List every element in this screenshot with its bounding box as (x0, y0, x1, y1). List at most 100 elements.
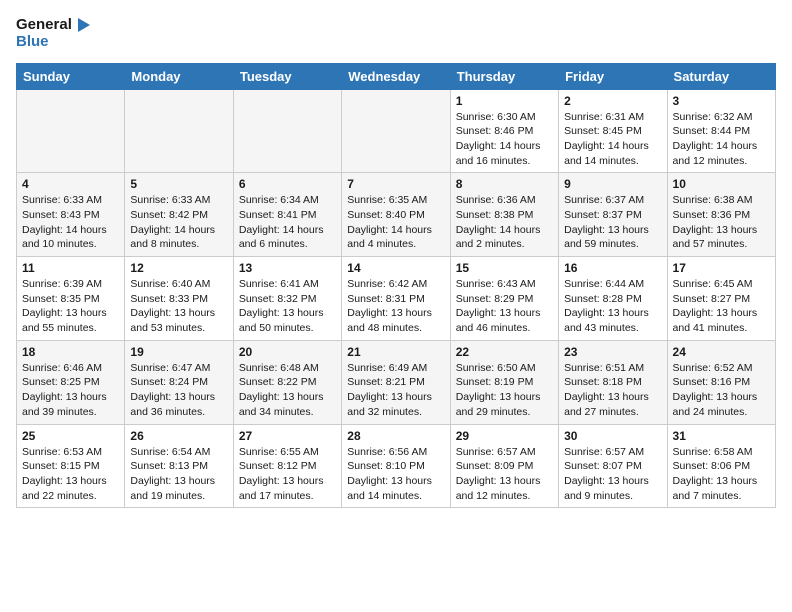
day-detail: Sunrise: 6:31 AM Sunset: 8:45 PM Dayligh… (564, 110, 661, 169)
day-detail: Sunrise: 6:47 AM Sunset: 8:24 PM Dayligh… (130, 361, 227, 420)
day-number: 8 (456, 177, 553, 191)
calendar-cell: 13Sunrise: 6:41 AM Sunset: 8:32 PM Dayli… (233, 257, 341, 341)
calendar-cell: 25 Sunrise: 6:53 AM Sunset: 8:15 PM Dayli… (17, 424, 125, 508)
day-detail: Sunrise: 6:37 AM Sunset: 8:37 PM Dayligh… (564, 193, 661, 252)
calendar-cell: 2Sunrise: 6:31 AM Sunset: 8:45 PM Daylig… (559, 89, 667, 173)
calendar-cell: 17 Sunrise: 6:45 AM Sunset: 8:27 PM Dayli… (667, 257, 775, 341)
day-detail: Sunrise: 6:33 AM Sunset: 8:43 PM Dayligh… (22, 193, 119, 252)
calendar-header-row: SundayMondayTuesdayWednesdayThursdayFrid… (17, 63, 776, 89)
calendar-cell: 21 Sunrise: 6:49 AM Sunset: 8:21 PM Dayli… (342, 340, 450, 424)
day-number: 25 (22, 429, 119, 443)
calendar-cell: 27 Sunrise: 6:55 AM Sunset: 8:12 PM Dayli… (233, 424, 341, 508)
day-detail: Sunrise: 6:57 AM Sunset: 8:09 PM Dayligh… (456, 445, 553, 504)
day-detail: Sunrise: 6:55 AM Sunset: 8:12 PM Dayligh… (239, 445, 336, 504)
calendar-cell (17, 89, 125, 173)
calendar-cell: 29 Sunrise: 6:57 AM Sunset: 8:09 PM Dayli… (450, 424, 558, 508)
day-detail: Sunrise: 6:48 AM Sunset: 8:22 PM Dayligh… (239, 361, 336, 420)
calendar-cell: 20 Sunrise: 6:48 AM Sunset: 8:22 PM Dayli… (233, 340, 341, 424)
calendar-cell: 10 Sunrise: 6:38 AM Sunset: 8:36 PM Dayli… (667, 173, 775, 257)
day-number: 1 (456, 94, 553, 108)
day-number: 18 (22, 345, 119, 359)
day-number: 6 (239, 177, 336, 191)
day-number: 23 (564, 345, 661, 359)
day-number: 21 (347, 345, 444, 359)
day-number: 7 (347, 177, 444, 191)
weekday-header: Sunday (17, 63, 125, 89)
calendar-cell: 19 Sunrise: 6:47 AM Sunset: 8:24 PM Dayli… (125, 340, 233, 424)
day-detail: Sunrise: 6:57 AM Sunset: 8:07 PM Dayligh… (564, 445, 661, 504)
calendar-cell: 23 Sunrise: 6:51 AM Sunset: 8:18 PM Dayli… (559, 340, 667, 424)
day-detail: Sunrise: 6:51 AM Sunset: 8:18 PM Dayligh… (564, 361, 661, 420)
day-detail: Sunrise: 6:56 AM Sunset: 8:10 PM Dayligh… (347, 445, 444, 504)
calendar-week-row: 1 Sunrise: 6:30 AM Sunset: 8:46 PM Daylig… (17, 89, 776, 173)
day-number: 24 (673, 345, 770, 359)
calendar-cell: 24 Sunrise: 6:52 AM Sunset: 8:16 PM Dayli… (667, 340, 775, 424)
day-detail: Sunrise: 6:32 AM Sunset: 8:44 PM Dayligh… (673, 110, 770, 169)
calendar-cell: 8 Sunrise: 6:36 AM Sunset: 8:38 PM Daylig… (450, 173, 558, 257)
weekday-header: Wednesday (342, 63, 450, 89)
day-detail: Sunrise: 6:39 AM Sunset: 8:35 PM Dayligh… (22, 277, 119, 336)
logo-arrow-icon (74, 16, 92, 34)
day-detail: Sunrise: 6:52 AM Sunset: 8:16 PM Dayligh… (673, 361, 770, 420)
calendar-table: SundayMondayTuesdayWednesdayThursdayFrid… (16, 63, 776, 509)
day-number: 4 (22, 177, 119, 191)
day-number: 20 (239, 345, 336, 359)
day-number: 28 (347, 429, 444, 443)
day-number: 14 (347, 261, 444, 275)
day-detail: Sunrise: 6:58 AM Sunset: 8:06 PM Dayligh… (673, 445, 770, 504)
day-number: 13 (239, 261, 336, 275)
day-detail: Sunrise: 6:50 AM Sunset: 8:19 PM Dayligh… (456, 361, 553, 420)
day-number: 12 (130, 261, 227, 275)
day-detail: Sunrise: 6:36 AM Sunset: 8:38 PM Dayligh… (456, 193, 553, 252)
logo-blue: Blue (16, 34, 92, 51)
calendar-cell: 12 Sunrise: 6:40 AM Sunset: 8:33 PM Dayli… (125, 257, 233, 341)
day-number: 19 (130, 345, 227, 359)
day-detail: Sunrise: 6:38 AM Sunset: 8:36 PM Dayligh… (673, 193, 770, 252)
day-detail: Sunrise: 6:43 AM Sunset: 8:29 PM Dayligh… (456, 277, 553, 336)
logo: General Blue (16, 16, 92, 51)
day-detail: Sunrise: 6:33 AM Sunset: 8:42 PM Dayligh… (130, 193, 227, 252)
weekday-header: Thursday (450, 63, 558, 89)
day-detail: Sunrise: 6:45 AM Sunset: 8:27 PM Dayligh… (673, 277, 770, 336)
day-detail: Sunrise: 6:34 AM Sunset: 8:41 PM Dayligh… (239, 193, 336, 252)
calendar-week-row: 18 Sunrise: 6:46 AM Sunset: 8:25 PM Dayli… (17, 340, 776, 424)
day-number: 16 (564, 261, 661, 275)
day-number: 27 (239, 429, 336, 443)
calendar-cell: 6 Sunrise: 6:34 AM Sunset: 8:41 PM Daylig… (233, 173, 341, 257)
weekday-header: Saturday (667, 63, 775, 89)
day-number: 22 (456, 345, 553, 359)
day-detail: Sunrise: 6:35 AM Sunset: 8:40 PM Dayligh… (347, 193, 444, 252)
day-number: 3 (673, 94, 770, 108)
calendar-cell: 4 Sunrise: 6:33 AM Sunset: 8:43 PM Daylig… (17, 173, 125, 257)
calendar-cell: 14Sunrise: 6:42 AM Sunset: 8:31 PM Dayli… (342, 257, 450, 341)
day-number: 30 (564, 429, 661, 443)
calendar-cell: 9 Sunrise: 6:37 AM Sunset: 8:37 PM Daylig… (559, 173, 667, 257)
day-number: 5 (130, 177, 227, 191)
day-number: 29 (456, 429, 553, 443)
day-number: 17 (673, 261, 770, 275)
weekday-header: Monday (125, 63, 233, 89)
calendar-cell (125, 89, 233, 173)
calendar-cell: 11 Sunrise: 6:39 AM Sunset: 8:35 PM Dayli… (17, 257, 125, 341)
day-detail: Sunrise: 6:40 AM Sunset: 8:33 PM Dayligh… (130, 277, 227, 336)
day-detail: Sunrise: 6:44 AM Sunset: 8:28 PM Dayligh… (564, 277, 661, 336)
day-number: 31 (673, 429, 770, 443)
day-number: 9 (564, 177, 661, 191)
calendar-cell: 30 Sunrise: 6:57 AM Sunset: 8:07 PM Dayli… (559, 424, 667, 508)
day-number: 10 (673, 177, 770, 191)
day-detail: Sunrise: 6:49 AM Sunset: 8:21 PM Dayligh… (347, 361, 444, 420)
day-number: 15 (456, 261, 553, 275)
day-detail: Sunrise: 6:30 AM Sunset: 8:46 PM Dayligh… (456, 110, 553, 169)
day-detail: Sunrise: 6:46 AM Sunset: 8:25 PM Dayligh… (22, 361, 119, 420)
calendar-cell: 22 Sunrise: 6:50 AM Sunset: 8:19 PM Dayli… (450, 340, 558, 424)
weekday-header: Tuesday (233, 63, 341, 89)
calendar-week-row: 4 Sunrise: 6:33 AM Sunset: 8:43 PM Daylig… (17, 173, 776, 257)
calendar-cell: 31 Sunrise: 6:58 AM Sunset: 8:06 PM Dayli… (667, 424, 775, 508)
calendar-cell: 26Sunrise: 6:54 AM Sunset: 8:13 PM Dayli… (125, 424, 233, 508)
calendar-cell: 28 Sunrise: 6:56 AM Sunset: 8:10 PM Dayli… (342, 424, 450, 508)
weekday-header: Friday (559, 63, 667, 89)
day-number: 26 (130, 429, 227, 443)
day-number: 11 (22, 261, 119, 275)
calendar-cell: 3 Sunrise: 6:32 AM Sunset: 8:44 PM Daylig… (667, 89, 775, 173)
day-detail: Sunrise: 6:53 AM Sunset: 8:15 PM Dayligh… (22, 445, 119, 504)
